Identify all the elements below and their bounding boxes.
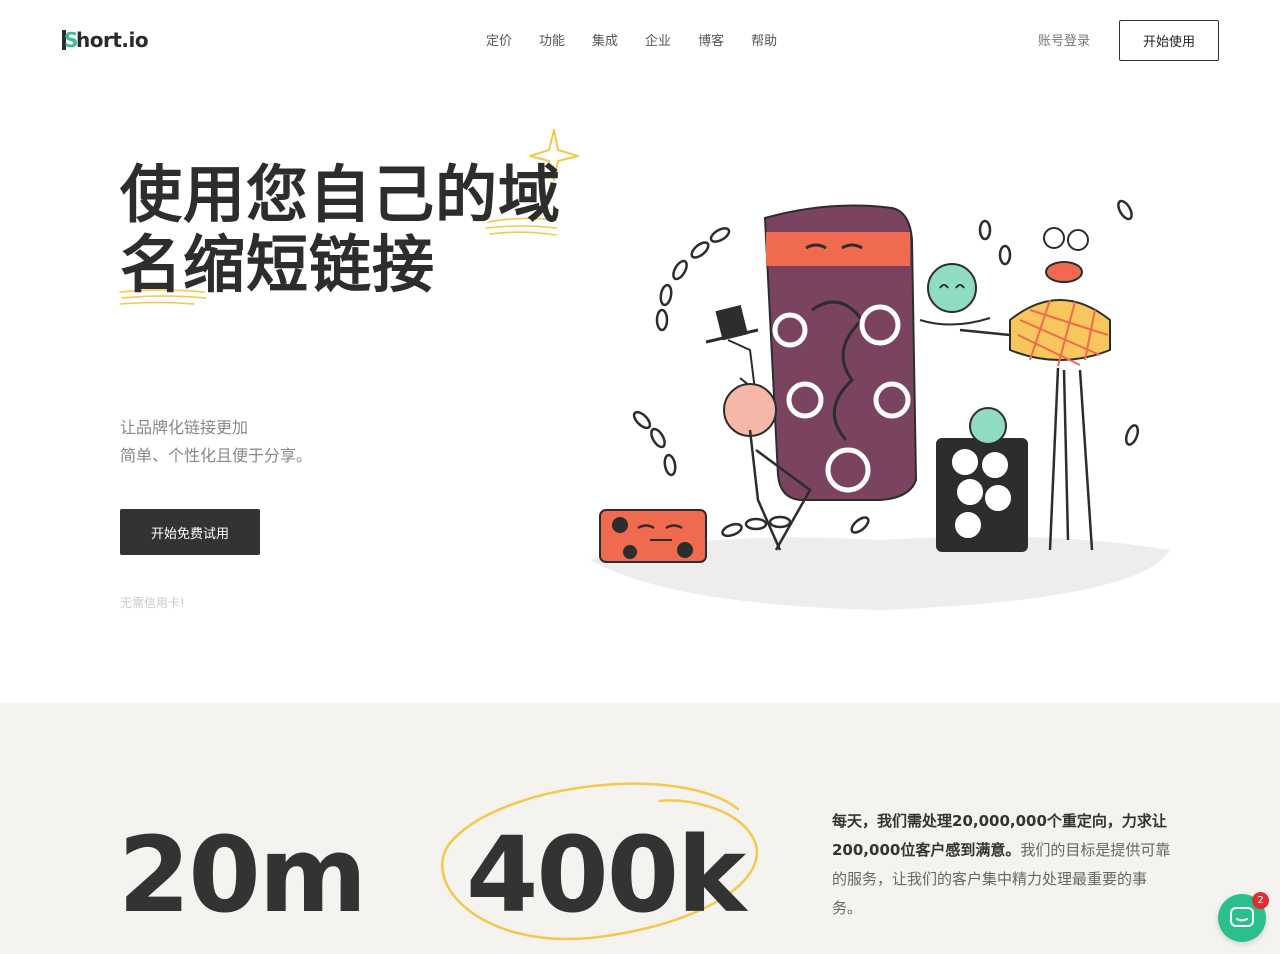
hero-title-line2: 名缩短链接 [120,228,436,301]
green-ball [919,263,991,326]
nav-help[interactable]: 帮助 [751,30,777,49]
hero-title-line1: 使用您自己的域 [120,158,562,231]
hero-illustration [590,199,1170,610]
stats-section: 20m 400k 每天，我们需处理20,000,000个重定向，力求让200,0… [0,703,1280,954]
hero-subtitle: 让品牌化链接更加 简单、个性化且便于分享。 [120,414,312,470]
no-credit-card-note: 无需信用卡! [120,596,185,610]
ball-box [936,407,1028,552]
header: S hort.io 定价 功能 集成 企业 博客 帮助 账号登录 开始使用 [0,0,1280,82]
stat-customers: 400k [466,814,746,936]
hero-subtitle-line1: 让品牌化链接更加 [120,418,249,437]
stats-description: 每天，我们需处理20,000,000个重定向，力求让200,000位客户感到满意… [832,807,1172,923]
chat-icon [1230,907,1254,927]
logo-text: hort.io [76,28,149,52]
nav-enterprise[interactable]: 企业 [645,30,671,49]
login-link[interactable]: 账号登录 [1038,30,1090,49]
logo[interactable]: S hort.io [62,28,149,52]
nav-features[interactable]: 功能 [539,30,565,49]
nav-blog[interactable]: 博客 [698,30,724,49]
logo-mark-icon: S [62,28,78,52]
main-nav: 定价 功能 集成 企业 博客 帮助 [486,30,777,49]
nav-pricing[interactable]: 定价 [486,30,512,49]
hero-subtitle-line2: 简单、个性化且便于分享。 [120,446,313,465]
nav-integrations[interactable]: 集成 [592,30,618,49]
stat-redirects: 20m [118,814,367,936]
free-trial-button[interactable]: 开始免费试用 [120,509,260,555]
hero-title: 使用您自己的域 名缩短链接 [120,160,580,300]
start-button[interactable]: 开始使用 [1119,20,1219,61]
chat-unread-badge: 2 [1252,892,1269,909]
red-box-character [599,509,707,563]
purple-character [763,204,918,501]
